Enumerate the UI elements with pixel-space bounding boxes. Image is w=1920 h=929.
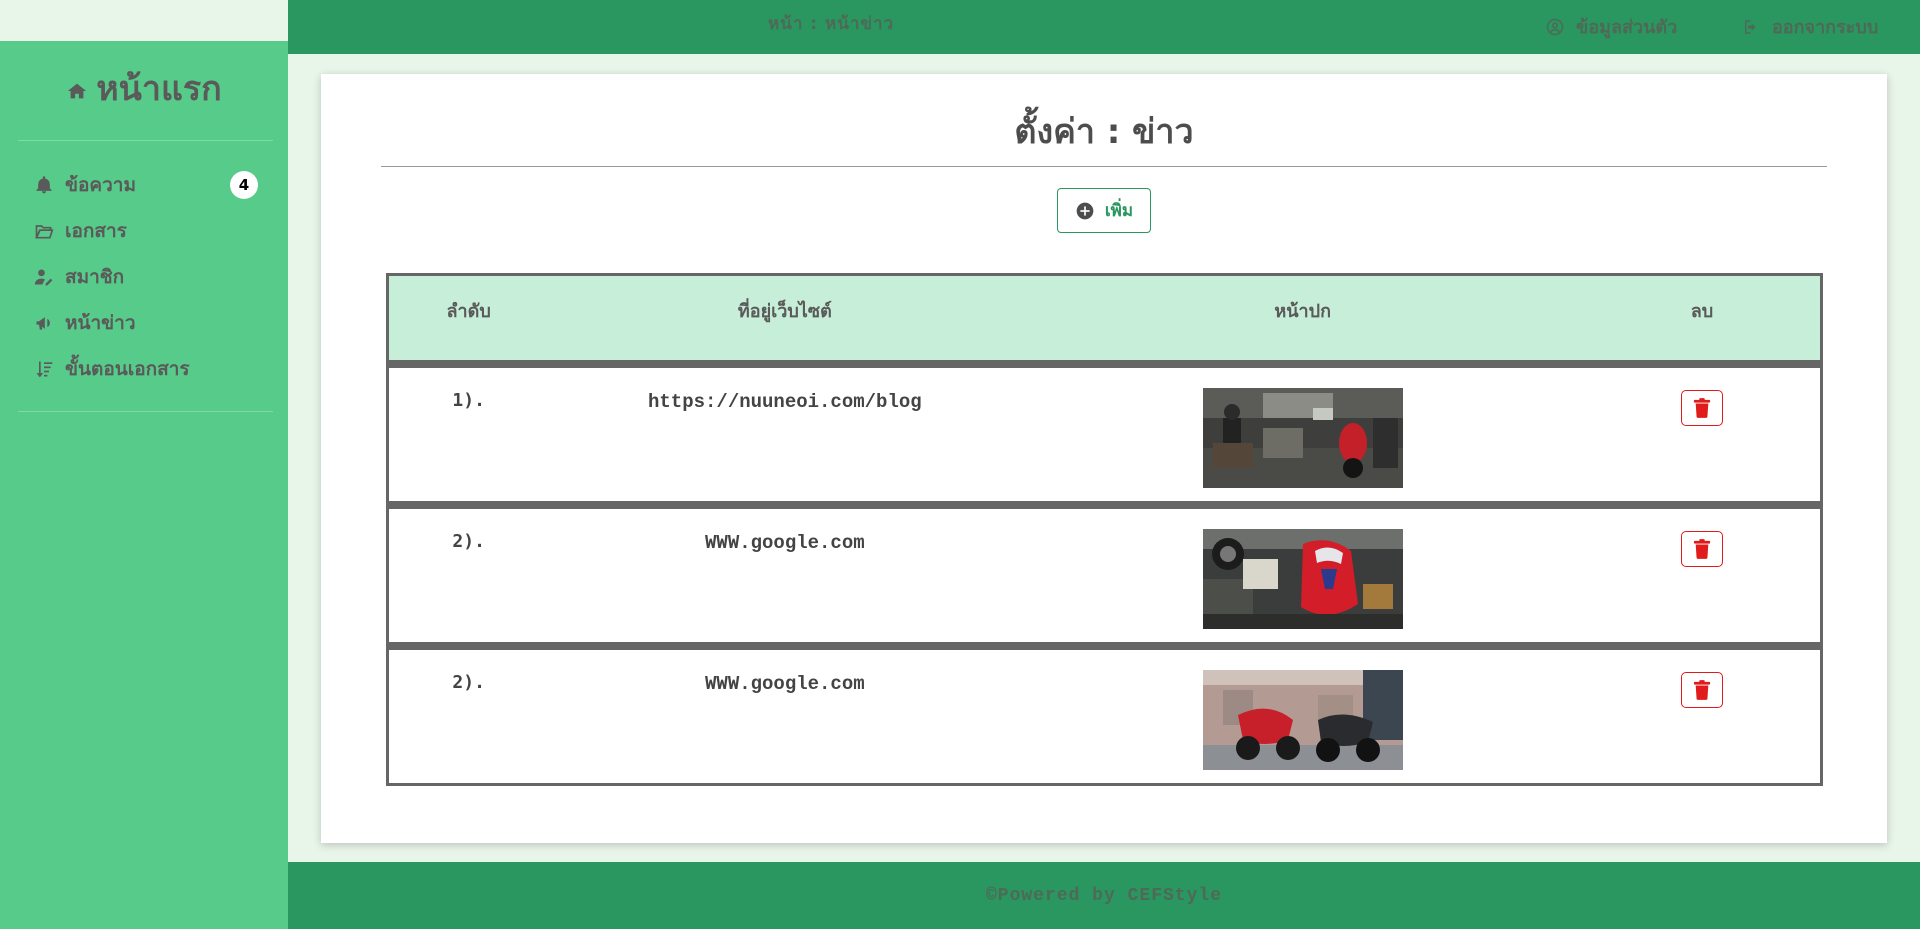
table-row: 1). https://nuuneoi.com/blog: [386, 363, 1823, 504]
sort-amount-icon: [33, 358, 55, 380]
profile-label: ข้อมูลส่วนตัว: [1576, 17, 1678, 38]
brand-label: หน้าแรก: [96, 69, 222, 109]
trash-icon: [1693, 680, 1711, 700]
sidebar-item-label: ข้อความ: [65, 174, 136, 196]
profile-link[interactable]: ข้อมูลส่วนตัว: [1546, 12, 1677, 41]
add-button-label: เพิ่ม: [1104, 201, 1134, 221]
row-delete-cell: [1584, 368, 1820, 426]
delete-button[interactable]: [1680, 672, 1723, 708]
row-cover-cell: [1021, 368, 1584, 488]
sidebar-divider: [18, 140, 273, 141]
news-table: ลำดับ ที่อยู่เว็บไซต์ หน้าปก ลบ 1). http…: [386, 273, 1823, 786]
delete-button[interactable]: [1680, 390, 1723, 426]
trash-icon: [1693, 539, 1711, 559]
table-row: 2). WWW.google.com: [386, 504, 1823, 645]
user-circle-icon: [1546, 18, 1564, 35]
sidebar-item-news[interactable]: หน้าข่าว: [33, 300, 258, 346]
row-index: 1).: [452, 390, 485, 411]
row-url[interactable]: WWW.google.com: [548, 509, 1021, 554]
row-cover-cell: [1021, 509, 1584, 629]
breadcrumb: หน้า : หน้าข่าว: [768, 14, 895, 34]
sidebar-menu: ข้อความ 4 เอกสาร สมาชิก หน้าข่าว ขั้นตอน…: [33, 162, 258, 392]
footer-credit: ©Powered by CEFStyle: [985, 885, 1223, 906]
sidebar-item-doc-steps[interactable]: ขั้นตอนเอกสาร: [33, 346, 258, 392]
sidebar-item-members[interactable]: สมาชิก: [33, 254, 258, 300]
column-header-cover: หน้าปก: [1274, 301, 1331, 322]
folder-open-icon: [33, 220, 55, 242]
row-url[interactable]: https://nuuneoi.com/blog: [548, 368, 1021, 413]
table-row: 2). WWW.google.com: [386, 645, 1823, 786]
news-settings-card: ตั้งค่า : ข่าว เพิ่ม ลำดับ ที่อยู่เว็บไซ…: [321, 74, 1887, 843]
megaphone-icon: [33, 312, 55, 334]
sidebar-item-label: ขั้นตอนเอกสาร: [65, 358, 190, 380]
row-index: 2).: [452, 672, 485, 693]
plus-circle-icon: [1076, 202, 1094, 219]
delete-button[interactable]: [1680, 531, 1723, 567]
sidebar-brand-link[interactable]: หน้าแรก: [0, 61, 288, 115]
sidebar-divider: [18, 411, 273, 412]
red-motorcycle-image: [1202, 529, 1403, 629]
row-delete-cell: [1584, 650, 1820, 708]
row-index: 2).: [452, 531, 485, 552]
row-url[interactable]: WWW.google.com: [548, 650, 1021, 695]
sidebar-item-label: สมาชิก: [65, 266, 125, 288]
footer: ©Powered by CEFStyle: [288, 862, 1920, 929]
sidebar-item-messages[interactable]: ข้อความ 4: [33, 162, 258, 208]
topbar: หน้า : หน้าข่าว ข้อมูลส่วนตัว ออกจากระบบ: [288, 0, 1920, 54]
motorcycle-garage-image: [1202, 388, 1403, 488]
bell-icon: [33, 174, 55, 196]
page-title: ตั้งค่า : ข่าว: [1014, 112, 1194, 152]
two-motorcycles-image: [1202, 670, 1403, 770]
title-divider: [381, 166, 1827, 167]
add-news-button[interactable]: เพิ่ม: [1057, 188, 1151, 233]
sidebar-item-label: เอกสาร: [65, 220, 127, 242]
column-header-url: ที่อยู่เว็บไซต์: [737, 301, 832, 322]
column-header-delete: ลบ: [1690, 301, 1714, 322]
sidebar-item-label: หน้าข่าว: [65, 312, 136, 334]
sidebar: หน้าแรก ข้อความ 4 เอกสาร สมาชิก หน้าข่าว…: [0, 41, 288, 929]
sidebar-item-documents[interactable]: เอกสาร: [33, 208, 258, 254]
row-cover-cell: [1021, 650, 1584, 770]
sidebar-top-spacer: [0, 0, 288, 41]
row-delete-cell: [1584, 509, 1820, 567]
table-header-row: ลำดับ ที่อยู่เว็บไซต์ หน้าปก ลบ: [386, 273, 1823, 363]
trash-icon: [1693, 398, 1711, 418]
message-count-badge: 4: [230, 171, 258, 199]
logout-label: ออกจากระบบ: [1772, 17, 1879, 38]
user-edit-icon: [33, 266, 55, 288]
sign-out-icon: [1745, 19, 1756, 34]
column-header-index: ลำดับ: [446, 301, 491, 322]
logout-link[interactable]: ออกจากระบบ: [1742, 12, 1878, 41]
home-icon: [68, 83, 87, 99]
